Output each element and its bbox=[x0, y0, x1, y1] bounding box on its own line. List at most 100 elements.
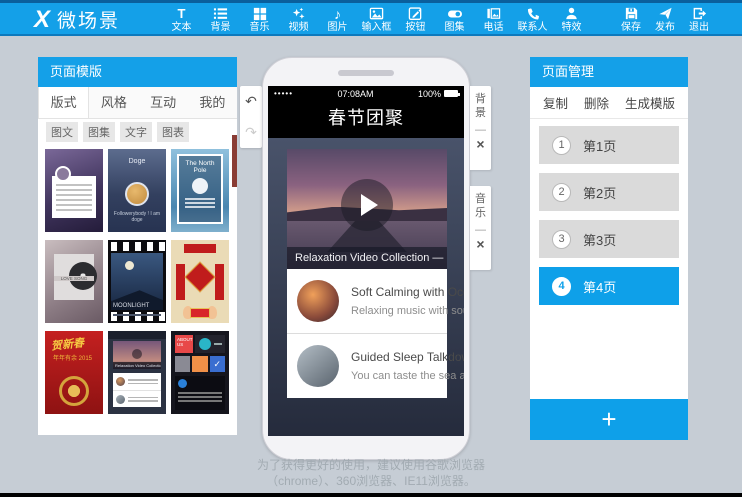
status-time: 07:08AM bbox=[293, 89, 418, 99]
headphones-tile bbox=[175, 356, 190, 372]
page-item-4-active[interactable]: 4 第4页 bbox=[539, 267, 679, 305]
app-logo[interactable]: X 微场景 bbox=[34, 3, 120, 36]
toolbar-item-image[interactable]: ♪ 图片 bbox=[318, 3, 357, 36]
close-icon[interactable]: × bbox=[476, 237, 484, 251]
battery-icon bbox=[444, 90, 458, 97]
side-tab-label: 音乐 bbox=[474, 193, 487, 221]
playlist-thumb bbox=[297, 280, 339, 322]
template-thumb-video-collection[interactable]: Relaxation Video Collection — bbox=[108, 331, 166, 414]
avatar bbox=[55, 166, 71, 182]
video-block[interactable]: Relaxation Video Collection — bbox=[287, 149, 447, 269]
toolbar-item-effects[interactable]: 特效 bbox=[552, 3, 591, 36]
toolbar-item-text[interactable]: T 文本 bbox=[162, 3, 201, 36]
minimize-icon[interactable]: — bbox=[475, 224, 486, 236]
template-thumb-newyear-beige[interactable] bbox=[171, 240, 229, 323]
template-scrollbar[interactable] bbox=[232, 135, 237, 187]
playlist-title: Guided Sleep Talkdown bbox=[351, 350, 464, 364]
toolbar-item-gallery[interactable]: 图集 bbox=[435, 3, 474, 36]
phone-statusbar: ••••• 07:08AM 100% bbox=[268, 86, 464, 101]
logo-text: 微场景 bbox=[57, 6, 120, 33]
toolbar-item-contacts[interactable]: 联系人 bbox=[513, 3, 552, 36]
minimize-icon[interactable]: — bbox=[475, 124, 486, 136]
page-item-1[interactable]: 1 第1页 bbox=[539, 126, 679, 164]
page-item-3[interactable]: 3 第3页 bbox=[539, 220, 679, 258]
toolbar-item-save[interactable]: 保存 bbox=[614, 3, 648, 36]
generate-template-button[interactable]: 生成模版 bbox=[625, 93, 675, 112]
toggle-icon bbox=[447, 6, 463, 21]
logo-x-icon: X bbox=[34, 8, 50, 32]
playlist-item[interactable]: Guided Sleep Talkdown You can taste the … bbox=[287, 333, 447, 398]
template-thumb-about-us[interactable]: ABOUT US ✓ bbox=[171, 331, 229, 414]
toolbar-items: T 文本 背景 音乐 视频 ♪ 图片 输入框 bbox=[162, 3, 591, 36]
playlist-item[interactable]: Soft Calming with Ocean Relaxing music w… bbox=[287, 269, 447, 333]
tab-mine[interactable]: 我的 bbox=[188, 87, 237, 118]
template-thumb-newyear-red[interactable]: 贺新春 年年有余 2015 bbox=[45, 331, 103, 414]
toolbar-item-music[interactable]: 音乐 bbox=[240, 3, 279, 36]
hint-line-1: 为了获得更好的使用，建议使用谷歌浏览器 bbox=[0, 457, 742, 473]
toolbar-item-label: 退出 bbox=[689, 22, 709, 33]
toolbar-item-label: 图集 bbox=[445, 22, 465, 33]
copy-button[interactable]: 复制 bbox=[543, 93, 568, 112]
hint-line-2: （chrome）、360浏览器、IE11浏览器。 bbox=[0, 473, 742, 489]
undo-icon[interactable]: ↶ bbox=[240, 86, 262, 117]
template-thumb-doge[interactable]: Doge Followerybody ! I am doge bbox=[108, 149, 166, 232]
grid-icon bbox=[253, 6, 267, 21]
save-icon bbox=[624, 6, 639, 21]
toolbar: X 微场景 T 文本 背景 音乐 视频 ♪ 图片 bbox=[0, 3, 742, 36]
tab-layout[interactable]: 版式 bbox=[38, 87, 89, 118]
filter-album[interactable]: 图集 bbox=[83, 122, 115, 142]
template-thumb-profile[interactable] bbox=[45, 149, 103, 232]
edit-icon bbox=[408, 6, 423, 21]
tab-style[interactable]: 风格 bbox=[89, 87, 138, 118]
play-button[interactable] bbox=[341, 179, 393, 231]
toolbar-item-label: 图片 bbox=[328, 22, 348, 33]
send-icon bbox=[658, 6, 673, 21]
toolbar-item-label: 输入框 bbox=[362, 22, 392, 33]
playlist-card: Soft Calming with Ocean Relaxing music w… bbox=[287, 269, 447, 398]
globe-icon bbox=[192, 178, 208, 194]
moon-icon bbox=[125, 261, 134, 270]
redo-icon[interactable]: ↷ bbox=[240, 117, 262, 148]
template-thumb-north-pole[interactable]: The North Pole bbox=[171, 149, 229, 232]
phone-preview: ••••• 07:08AM 100% 春节团聚 Relaxation Video… bbox=[262, 57, 470, 460]
toolbar-item-video[interactable]: 视频 bbox=[279, 3, 318, 36]
page-title[interactable]: 春节团聚 bbox=[268, 101, 464, 138]
page-number-badge: 3 bbox=[552, 230, 571, 249]
page-label: 第1页 bbox=[583, 136, 616, 155]
filter-image-text[interactable]: 图文 bbox=[46, 122, 78, 142]
template-thumb-love-song[interactable]: LOVE SONG bbox=[45, 240, 103, 323]
template-thumb-moonlight[interactable]: MOONLIGHT bbox=[108, 240, 166, 323]
battery-percent: 100% bbox=[418, 89, 441, 99]
page-list: 1 第1页 2 第2页 3 第3页 4 第4页 bbox=[530, 119, 688, 321]
side-tab-background[interactable]: 背景 — × bbox=[470, 86, 491, 170]
thumb-label: LOVE SONG bbox=[54, 276, 94, 281]
tab-interaction[interactable]: 互动 bbox=[139, 87, 188, 118]
page-content: Relaxation Video Collection — Soft Calmi… bbox=[268, 138, 464, 436]
thumb-subtitle: 年年有余 2015 bbox=[53, 353, 92, 362]
toolbar-item-label: 背景 bbox=[211, 22, 231, 33]
delete-button[interactable]: 删除 bbox=[584, 93, 609, 112]
toolbar-item-background[interactable]: 背景 bbox=[201, 3, 240, 36]
toolbar-item-publish[interactable]: 发布 bbox=[648, 3, 682, 36]
playlist-subtitle: Relaxing music with sounds bbox=[351, 305, 464, 317]
filter-chart[interactable]: 图表 bbox=[157, 122, 189, 142]
toolbar-item-telephone[interactable]: 电话 bbox=[474, 3, 513, 36]
playlist-title: Soft Calming with Ocean bbox=[351, 285, 464, 299]
toolbar-item-exit[interactable]: 退出 bbox=[682, 3, 716, 36]
filter-text[interactable]: 文字 bbox=[120, 122, 152, 142]
video-caption: Relaxation Video Collection — bbox=[287, 247, 447, 269]
page-item-2[interactable]: 2 第2页 bbox=[539, 173, 679, 211]
thumb-title: MOONLIGHT bbox=[113, 303, 149, 309]
toolbar-item-label: 发布 bbox=[655, 22, 675, 33]
music-note-icon: ♪ bbox=[334, 6, 341, 21]
page-label: 第4页 bbox=[583, 277, 616, 296]
close-icon[interactable]: × bbox=[476, 137, 484, 151]
template-grid: Doge Followerybody ! I am doge The North… bbox=[38, 145, 237, 418]
template-panel: 页面模版 版式 风格 互动 我的 图文 图集 文字 图表 Doge Follow… bbox=[38, 57, 237, 435]
toolbar-item-button[interactable]: 按钮 bbox=[396, 3, 435, 36]
toolbar-item-input[interactable]: 输入框 bbox=[357, 3, 396, 36]
side-tab-label: 背景 bbox=[474, 93, 487, 121]
add-page-button[interactable]: + bbox=[530, 399, 688, 440]
side-tab-music[interactable]: 音乐 — × bbox=[470, 186, 491, 270]
thumb-title: Doge bbox=[108, 158, 166, 165]
